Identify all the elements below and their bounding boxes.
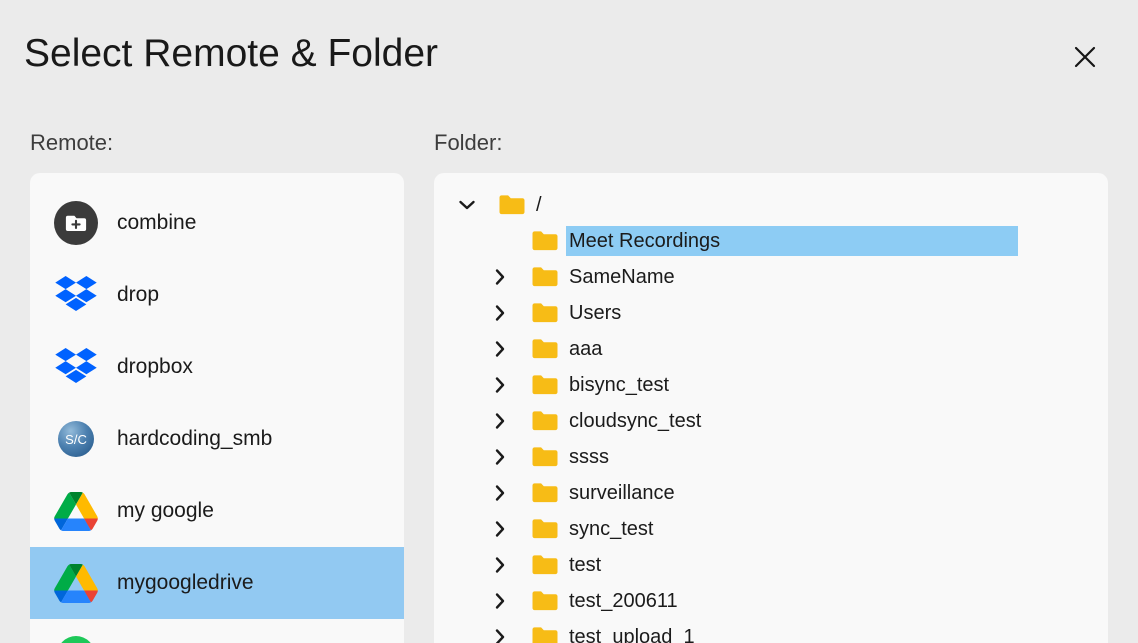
chevron-right-icon[interactable] [488, 589, 512, 613]
close-button[interactable] [1064, 40, 1106, 74]
dropbox-icon [54, 345, 98, 389]
folder-tree-row-cloudsync-test[interactable]: cloudsync_test [434, 403, 1108, 439]
folder-tree-row-sync-test[interactable]: sync_test [434, 511, 1108, 547]
chevron-right-icon[interactable] [488, 445, 512, 469]
folder-tree-row-bisync-test[interactable]: bisync_test [434, 367, 1108, 403]
folder-name: bisync_test [569, 374, 669, 397]
remote-item-label: mygoogledrive [117, 571, 254, 595]
folder-name: test_upload_1 [569, 626, 695, 643]
folder-name: Users [569, 302, 621, 325]
folder-tree: / Meet Recordings SameName Users aaa bis… [434, 173, 1108, 643]
folder-icon [531, 302, 559, 324]
close-icon [1073, 45, 1097, 69]
folder-tree-row-aaa[interactable]: aaa [434, 331, 1108, 367]
chevron-right-icon[interactable] [488, 517, 512, 541]
svg-text:S/C: S/C [65, 432, 87, 447]
folder-tree-row-meet-recordings[interactable]: Meet Recordings [434, 223, 1108, 259]
folder-name: cloudsync_test [569, 410, 701, 433]
folder-icon [531, 374, 559, 396]
remote-item-label: dropbox [117, 355, 193, 379]
remote-list: combine drop dropbox S/C hardcoding_smb … [30, 173, 404, 643]
folder-icon [531, 518, 559, 540]
folder-name: surveillance [569, 482, 675, 505]
folder-label: Folder: [434, 130, 502, 156]
chevron-right-icon[interactable] [488, 625, 512, 643]
chevron-right-icon[interactable] [488, 553, 512, 577]
remote-item-drop[interactable]: drop [30, 259, 404, 331]
remote-item-mygoogledrive[interactable]: mygoogledrive [30, 547, 404, 619]
smb-icon: S/C [54, 417, 98, 461]
chevron-right-icon[interactable] [488, 373, 512, 397]
remote-item-label: drop [117, 283, 159, 307]
green-remote-icon [54, 633, 98, 643]
folder-icon [531, 590, 559, 612]
remote-item-dropbox[interactable]: dropbox [30, 331, 404, 403]
remote-label: Remote: [30, 130, 113, 156]
folder-name: sync_test [569, 518, 653, 541]
select-remote-folder-dialog: Select Remote & Folder Remote: Folder: c… [0, 0, 1138, 643]
folder-name: / [536, 194, 542, 217]
folder-name: test [569, 554, 601, 577]
folder-icon [531, 482, 559, 504]
chevron-right-icon[interactable] [488, 409, 512, 433]
folder-icon [498, 194, 526, 216]
folder-name: SameName [569, 266, 675, 289]
dialog-title: Select Remote & Folder [24, 32, 438, 76]
folder-tree-row-samename[interactable]: SameName [434, 259, 1108, 295]
folder-icon [531, 266, 559, 288]
remote-item-label: hardcoding_smb [117, 427, 272, 451]
folder-icon [531, 446, 559, 468]
folder-tree-row-test-upload-1[interactable]: test_upload_1 [434, 619, 1108, 643]
folder-tree-row-users[interactable]: Users [434, 295, 1108, 331]
folder-icon [531, 410, 559, 432]
folder-icon [531, 626, 559, 643]
remote-item-label: combine [117, 211, 196, 235]
folder-name: Meet Recordings [566, 226, 1018, 256]
google-drive-icon [54, 561, 98, 605]
chevron-down-icon[interactable] [455, 193, 479, 217]
remote-item-hardcoding-smb[interactable]: S/C hardcoding_smb [30, 403, 404, 475]
folder-name: ssss [569, 446, 609, 469]
remote-item-combine[interactable]: combine [30, 187, 404, 259]
chevron-right-icon[interactable] [488, 337, 512, 361]
folder-name: aaa [569, 338, 602, 361]
chevron-right-icon[interactable] [488, 301, 512, 325]
chevron-right-icon[interactable] [488, 481, 512, 505]
dropbox-icon [54, 273, 98, 317]
chevron-right-icon[interactable] [488, 265, 512, 289]
folder-icon [531, 554, 559, 576]
folder-tree-row-test-200611[interactable]: test_200611 [434, 583, 1108, 619]
folder-icon [531, 230, 559, 252]
folder-tree-row-test[interactable]: test [434, 547, 1108, 583]
folder-icon [531, 338, 559, 360]
folder-tree-row-ssss[interactable]: ssss [434, 439, 1108, 475]
remote-item-my-google[interactable]: my google [30, 475, 404, 547]
remote-item-label: my google [117, 499, 214, 523]
remote-item-item[interactable] [30, 619, 404, 643]
google-drive-icon [54, 489, 98, 533]
folder-tree-row-root[interactable]: / [434, 187, 1108, 223]
combine-icon [54, 201, 98, 245]
folder-name: test_200611 [569, 590, 678, 613]
folder-tree-row-surveillance[interactable]: surveillance [434, 475, 1108, 511]
